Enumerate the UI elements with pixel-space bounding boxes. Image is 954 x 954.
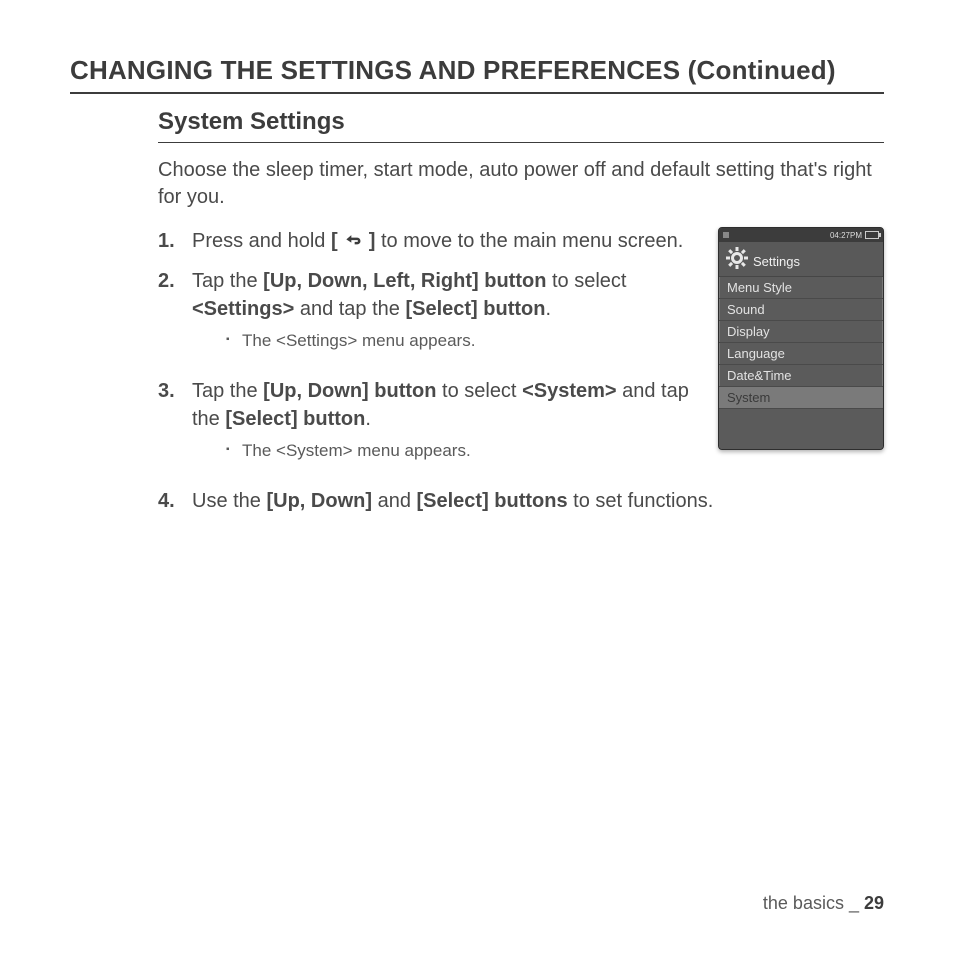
step-2: 2. Tap the [Up, Down, Left, Right] butto… xyxy=(158,267,696,367)
text-frag: to select xyxy=(436,380,522,402)
step-text: Press and hold [ ] to move to the main m… xyxy=(192,227,683,257)
device-status-bar: 04:27PM xyxy=(719,228,883,242)
step-list: 1. Press and hold [ ] to move to the mai… xyxy=(158,227,696,477)
step-3: 3. Tap the [Up, Down] button to select <… xyxy=(158,377,696,477)
text-frag: to move to the main menu screen. xyxy=(375,230,683,252)
text-frag: . xyxy=(365,408,371,430)
device-menu-item[interactable]: Language xyxy=(719,343,883,365)
text-frag: and tap the xyxy=(294,298,405,320)
step-num: 4. xyxy=(158,487,186,515)
sub-list: The <System> menu appears. xyxy=(226,439,696,463)
step-text: Tap the [Up, Down, Left, Right] button t… xyxy=(192,267,696,367)
step-1: 1. Press and hold [ ] to move to the mai… xyxy=(158,227,696,257)
page-number: 29 xyxy=(864,893,884,913)
device-menu-item[interactable]: Display xyxy=(719,321,883,343)
gear-icon xyxy=(725,246,749,270)
device-time: 04:27PM xyxy=(830,231,862,240)
step-num: 3. xyxy=(158,377,186,405)
bold-frag: [Select] button xyxy=(225,408,365,430)
device-menu-item[interactable]: Date&Time xyxy=(719,365,883,387)
step-num: 2. xyxy=(158,267,186,295)
device-header-label: Settings xyxy=(753,254,800,270)
bold-frag: [Up, Down] xyxy=(266,490,372,512)
device-menu-item[interactable]: Sound xyxy=(719,299,883,321)
steps-and-device: 1. Press and hold [ ] to move to the mai… xyxy=(158,227,884,487)
section-title: System Settings xyxy=(158,108,884,143)
text-frag: Tap the xyxy=(192,380,263,402)
bold-frag: <System> xyxy=(522,380,617,402)
text-frag: to set functions. xyxy=(568,490,714,512)
bold-frag: [Select] button xyxy=(405,298,545,320)
bold-frag: [Up, Down] button xyxy=(263,380,436,402)
footer-sep: _ xyxy=(844,893,864,913)
back-icon xyxy=(343,229,363,257)
device-menu-item[interactable]: Menu Style xyxy=(719,277,883,299)
content-block: System Settings Choose the sleep timer, … xyxy=(158,108,884,515)
status-right: 04:27PM xyxy=(830,231,879,240)
step-list-cont: 4. Use the [Up, Down] and [Select] butto… xyxy=(158,487,884,515)
text-frag: Press and hold xyxy=(192,230,331,252)
device-menu-item-selected[interactable]: System xyxy=(719,387,883,409)
battery-icon xyxy=(865,231,879,239)
step-text: Use the [Up, Down] and [Select] buttons … xyxy=(192,487,713,515)
device-header: Settings xyxy=(719,242,883,277)
footer-section: the basics xyxy=(763,893,844,913)
page-title: CHANGING THE SETTINGS AND PREFERENCES (C… xyxy=(70,55,884,94)
device-menu: Menu Style Sound Display Language Date&T… xyxy=(719,277,883,409)
sub-list: The <Settings> menu appears. xyxy=(226,329,696,353)
text-frag: Use the xyxy=(192,490,266,512)
bracket-close: ] xyxy=(363,230,375,252)
text-frag: and xyxy=(372,490,416,512)
bold-frag: <Settings> xyxy=(192,298,294,320)
steps-column: 1. Press and hold [ ] to move to the mai… xyxy=(158,227,696,487)
device-padding xyxy=(719,409,883,449)
page-footer: the basics _ 29 xyxy=(763,893,884,914)
device-screenshot: 04:27PM Settings Menu Style Sound Displa… xyxy=(718,227,884,450)
sub-note: The <Settings> menu appears. xyxy=(226,329,696,353)
step-4: 4. Use the [Up, Down] and [Select] butto… xyxy=(158,487,884,515)
hold-indicator-icon xyxy=(723,232,729,238)
bracket-open: [ xyxy=(331,230,343,252)
step-text: Tap the [Up, Down] button to select <Sys… xyxy=(192,377,696,477)
bold-frag: [Up, Down, Left, Right] button xyxy=(263,270,546,292)
text-frag: . xyxy=(545,298,551,320)
text-frag: Tap the xyxy=(192,270,263,292)
sub-note: The <System> menu appears. xyxy=(226,439,696,463)
intro-text: Choose the sleep timer, start mode, auto… xyxy=(158,157,884,211)
text-frag: to select xyxy=(546,270,626,292)
step-num: 1. xyxy=(158,227,186,255)
bold-frag: [Select] buttons xyxy=(417,490,568,512)
